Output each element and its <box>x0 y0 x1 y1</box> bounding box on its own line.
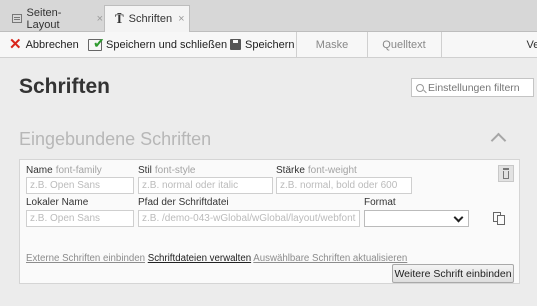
save-and-close-button[interactable]: Speichern und schließen <box>88 32 227 57</box>
save-close-label: Speichern und schließen <box>106 38 228 51</box>
save-label: Speichern <box>245 38 295 51</box>
add-font-button[interactable]: Weitere Schrift einbinden <box>392 264 514 283</box>
close-icon[interactable]: × <box>178 13 184 25</box>
tab-label: Seiten-Layout <box>26 6 62 31</box>
page-icon <box>12 14 22 23</box>
format-select[interactable] <box>364 210 469 227</box>
style-label-text: Stil <box>138 165 152 176</box>
embed-external-fonts-link[interactable]: Externe Schriften einbinden <box>26 253 145 264</box>
font-weight-input[interactable] <box>276 177 412 194</box>
weight-label-sub: font-weight <box>307 165 357 176</box>
style-label: Stil font-style <box>138 165 195 176</box>
style-label-sub: font-style <box>154 165 196 176</box>
save-check-icon <box>88 35 105 52</box>
chevron-up-icon[interactable] <box>490 132 507 149</box>
name-label: Name font-family <box>26 165 102 176</box>
save-button[interactable]: Speichern <box>230 32 295 57</box>
cancel-label: Abbrechen <box>25 38 79 51</box>
copy-icon[interactable] <box>493 212 505 225</box>
font-links: Externe Schriften einbinden Schriftdatei… <box>26 253 407 264</box>
font-entry-panel: Namefont-family Stilfont-style Stärkefon… <box>19 159 520 284</box>
file-path-input[interactable] <box>138 210 360 227</box>
tab-maske[interactable]: Maske <box>297 32 367 57</box>
tab-schriften[interactable]: T̄ Schriften × <box>104 5 190 32</box>
font-style-input[interactable] <box>138 177 273 194</box>
settings-filter-input[interactable] <box>428 81 532 94</box>
local-name-label: Lokaler Name <box>26 197 89 208</box>
trash-icon[interactable] <box>498 165 514 182</box>
close-icon: ✕ <box>9 36 22 53</box>
page-title: Schriften <box>19 75 111 98</box>
typography-icon: T̄ <box>115 11 124 26</box>
floppy-disk-icon <box>230 39 241 50</box>
tab-label: Schriften <box>128 13 173 25</box>
local-name-input[interactable] <box>26 210 134 227</box>
section-title: Eingebundene Schriften <box>19 129 212 149</box>
file-path-label: Pfad der Schriftdatei <box>138 197 229 208</box>
manage-font-files-link[interactable]: Schriftdateien verwalten <box>148 253 251 264</box>
search-icon <box>416 83 424 92</box>
update-selectable-fonts-link[interactable]: Auswählbare Schriften aktualisieren <box>253 253 407 264</box>
cancel-button[interactable]: ✕ Abbrechen <box>9 32 79 57</box>
chevron-down-icon <box>453 212 464 223</box>
toolbar: ✕ Abbrechen Speichern und schließen Spei… <box>0 32 537 58</box>
weight-label: Stärke font-weight <box>276 165 357 176</box>
format-label: Format <box>364 197 396 208</box>
font-family-input[interactable] <box>26 177 134 194</box>
tab-seiten-layout[interactable]: Seiten-Layout × <box>4 5 103 32</box>
name-label-sub: font-family <box>55 165 102 176</box>
close-icon[interactable]: × <box>97 13 103 25</box>
weight-label-text: Stärke <box>276 165 305 176</box>
tab-versionen[interactable]: Versi <box>441 32 537 57</box>
name-label-text: Name <box>26 165 53 176</box>
document-tab-bar: Seiten-Layout × T̄ Schriften × <box>0 0 537 32</box>
settings-filter[interactable] <box>411 78 534 97</box>
tab-quelltext[interactable]: Quelltext <box>367 32 441 57</box>
